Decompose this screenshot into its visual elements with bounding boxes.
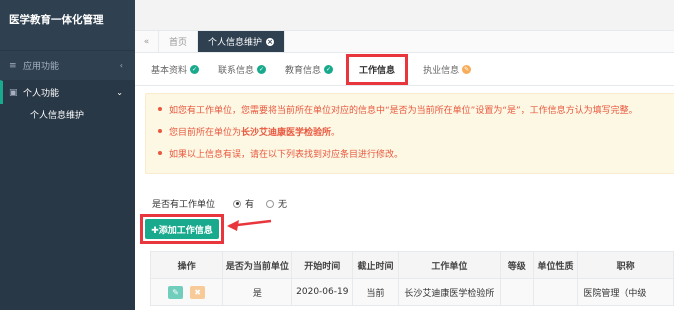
step-work-info[interactable]: 工作信息 bbox=[346, 53, 409, 85]
main-content: 基本资料 ✓ 联系信息 ✓ 教育信息 ✓ 工作信息 执业信息 ✎ 如您有工作单位… bbox=[135, 53, 674, 310]
sidebar-group-personal[interactable]: ▣ 个人功能 ⌄ bbox=[0, 80, 135, 104]
step-label: 联系信息 bbox=[218, 65, 255, 76]
radio-no[interactable]: 无 bbox=[266, 197, 287, 210]
pencil-circle-icon: ✎ bbox=[462, 64, 472, 74]
tab-back-icon[interactable]: « bbox=[135, 31, 159, 52]
hamburger-icon: ≡ bbox=[9, 60, 17, 71]
sidebar-submenu: 个人信息维护 bbox=[0, 104, 135, 310]
radio-unselected-icon[interactable] bbox=[266, 199, 275, 208]
annotation-arrow-icon bbox=[227, 219, 272, 231]
close-icon[interactable]: × bbox=[266, 37, 275, 46]
step-label: 工作信息 bbox=[359, 65, 396, 76]
delete-icon[interactable]: ✖ bbox=[190, 285, 206, 299]
tab-label: 个人信息维护 bbox=[208, 38, 263, 48]
question-label: 是否有工作单位 bbox=[152, 200, 216, 210]
notice-text: 。 bbox=[331, 128, 341, 138]
tab-home[interactable]: 首页 bbox=[159, 31, 199, 52]
notice-line: 您目前所在单位为 长沙艾迪康医学检验所。 bbox=[158, 125, 674, 147]
tab-bar: « 首页 个人信息维护 × bbox=[135, 31, 674, 53]
add-button-highlight: ✚添加工作信息 bbox=[140, 214, 224, 244]
step-contact-info[interactable]: 联系信息 ✓ bbox=[218, 63, 267, 76]
notice-text: 如您有工作单位，您需要将当前所在单位对应的信息中“是否为当前所在单位”设置为“是… bbox=[169, 106, 638, 116]
app-title: 医学教育一体化管理 bbox=[9, 14, 104, 26]
radio-selected-icon[interactable] bbox=[233, 199, 242, 208]
chevron-left-icon: ‹ bbox=[119, 61, 123, 70]
radio-label: 无 bbox=[278, 200, 288, 210]
top-bar bbox=[135, 0, 674, 31]
step-basic-info[interactable]: 基本资料 ✓ bbox=[151, 63, 200, 76]
column-header: 职称 bbox=[577, 251, 674, 279]
radio-label: 有 bbox=[245, 200, 255, 210]
table-cell: 2020-06-19 bbox=[291, 278, 354, 306]
table-cell bbox=[532, 278, 579, 306]
sidebar-item-personal-info[interactable]: 个人信息维护 bbox=[0, 104, 135, 124]
edit-icon[interactable]: ✎ bbox=[168, 285, 184, 299]
table-cell bbox=[499, 278, 534, 306]
bullet-icon bbox=[158, 129, 162, 133]
table-cell: 长沙艾迪康医学检验所 bbox=[397, 278, 501, 306]
document-icon: ▣ bbox=[9, 87, 18, 98]
notice-line: 如您有工作单位，您需要将当前所在单位对应的信息中“是否为当前所在单位”设置为“是… bbox=[158, 103, 674, 125]
bullet-icon bbox=[158, 107, 162, 111]
notice-box: 如您有工作单位，您需要将当前所在单位对应的信息中“是否为当前所在单位”设置为“是… bbox=[145, 93, 674, 174]
step-label: 执业信息 bbox=[423, 65, 460, 76]
column-header: 等级 bbox=[499, 251, 534, 279]
tab-personal-info[interactable]: 个人信息维护 × bbox=[198, 31, 286, 52]
step-nav: 基本资料 ✓ 联系信息 ✓ 教育信息 ✓ 工作信息 执业信息 ✎ bbox=[135, 53, 674, 86]
table-cell: 是 bbox=[222, 278, 293, 306]
check-circle-icon: ✓ bbox=[324, 64, 334, 74]
step-practice-info[interactable]: 执业信息 ✎ bbox=[423, 63, 472, 76]
bullet-icon bbox=[158, 151, 162, 155]
column-header: 开始时间 bbox=[291, 251, 354, 279]
column-header: 工作单位 bbox=[397, 251, 501, 279]
work-unit-question: 是否有工作单位 有 无 bbox=[152, 197, 299, 210]
check-circle-icon: ✓ bbox=[257, 64, 267, 74]
sidebar-group-label: 个人功能 bbox=[23, 89, 60, 99]
sidebar-group-label: 应用功能 bbox=[23, 62, 60, 72]
column-header: 操作 bbox=[149, 251, 224, 279]
radio-yes[interactable]: 有 bbox=[233, 197, 254, 210]
check-circle-icon: ✓ bbox=[190, 64, 200, 74]
table-cell-actions: ✎ ✖ bbox=[149, 278, 224, 306]
notice-text: 如果以上信息有误，请在以下列表找到对应条目进行修改。 bbox=[169, 150, 404, 160]
add-work-info-button[interactable]: ✚添加工作信息 bbox=[145, 219, 219, 239]
chevron-down-icon: ⌄ bbox=[116, 88, 123, 97]
column-header: 截止时间 bbox=[352, 251, 399, 279]
notice-text: 您目前所在单位为 bbox=[169, 128, 242, 138]
column-header: 单位性质 bbox=[532, 251, 579, 279]
column-header: 是否为当前单位 bbox=[222, 251, 293, 279]
sidebar-group-apps[interactable]: ≡ 应用功能 ‹ bbox=[0, 50, 135, 80]
table-header-row: 操作 是否为当前单位 开始时间 截止时间 工作单位 等级 单位性质 职称 bbox=[149, 251, 674, 279]
step-label: 基本资料 bbox=[151, 65, 188, 76]
table-cell: 当前 bbox=[352, 278, 399, 306]
work-info-table: 操作 是否为当前单位 开始时间 截止时间 工作单位 等级 单位性质 职称 ✎ ✖… bbox=[149, 251, 674, 306]
step-education-info[interactable]: 教育信息 ✓ bbox=[285, 63, 334, 76]
tab-label: 首页 bbox=[169, 38, 188, 48]
sidebar: 医学教育一体化管理 ≡ 应用功能 ‹ ▣ 个人功能 ⌄ 个人信息维护 bbox=[0, 0, 135, 310]
step-label: 教育信息 bbox=[285, 65, 322, 76]
current-unit-name: 长沙艾迪康医学检验所 bbox=[241, 128, 332, 138]
table-row: ✎ ✖ 是 2020-06-19 当前 长沙艾迪康医学检验所 医院管理（中级 bbox=[149, 278, 674, 306]
table-cell: 医院管理（中级 bbox=[577, 278, 674, 306]
notice-line: 如果以上信息有误，请在以下列表找到对应条目进行修改。 bbox=[158, 147, 674, 169]
